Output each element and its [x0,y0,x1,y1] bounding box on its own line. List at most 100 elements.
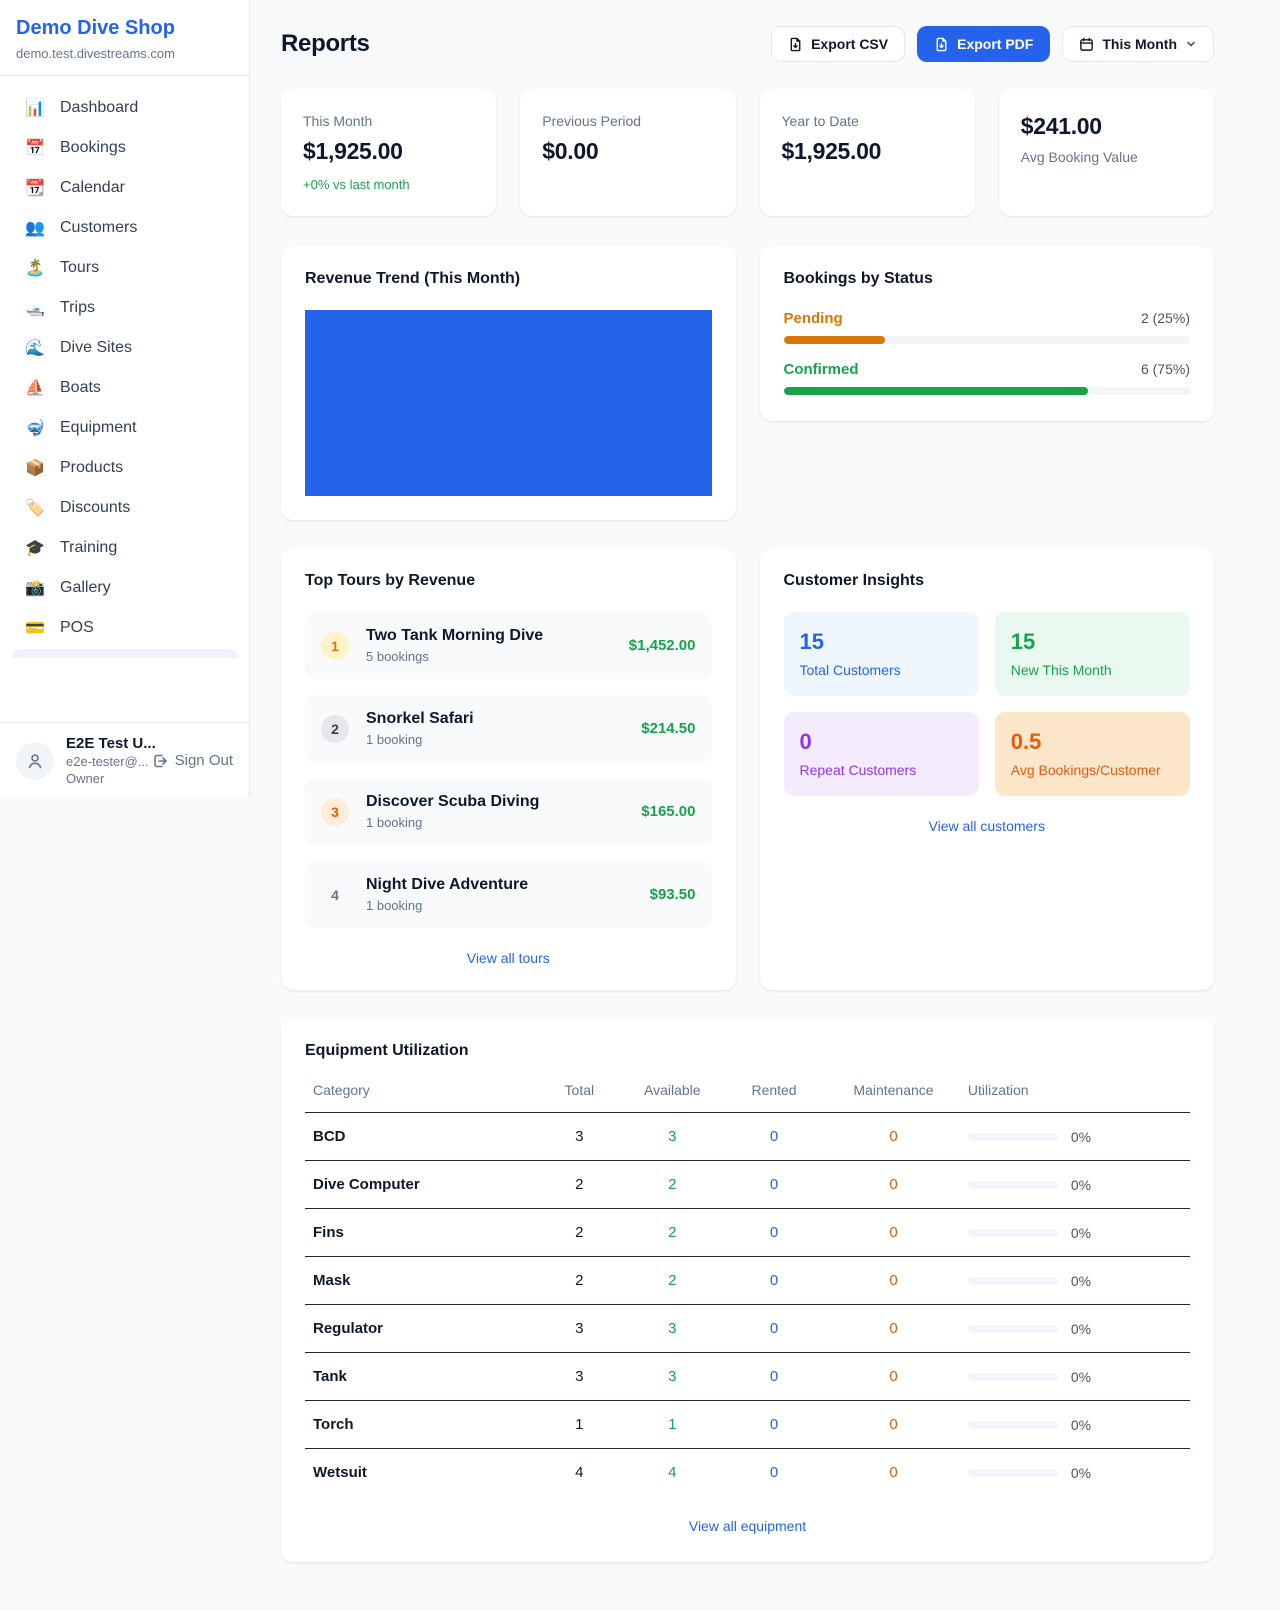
utilization-percent: 0% [1071,1465,1091,1481]
sidebar-item-dive-sites[interactable]: 🌊 Dive Sites [12,328,237,368]
sidebar-item-label: Dashboard [60,99,138,117]
sidebar-item-partially-scrolled[interactable] [12,649,237,658]
sidebar-item-label: Tours [60,259,99,277]
user-email: e2e-tester@... [66,754,139,769]
cell-category: Fins [305,1209,535,1257]
sidebar-item-dashboard[interactable]: 📊 Dashboard [12,88,237,128]
export-csv-button[interactable]: Export CSV [771,26,905,62]
export-pdf-button[interactable]: Export PDF [917,26,1050,62]
training-icon: 🎓 [24,538,46,558]
cell-rented: 0 [721,1449,827,1497]
column-header-category: Category [305,1074,535,1113]
period-selector[interactable]: This Month [1062,26,1214,62]
sign-out-icon [151,752,169,770]
cell-total: 2 [535,1161,624,1209]
stat-card-this-month: This Month $1,925.00 +0% vs last month [281,89,496,216]
insight-value: 0.5 [1011,729,1174,755]
stat-value: $241.00 [1021,113,1192,140]
insight-tile-total-customers: 15 Total Customers [784,612,979,696]
rank-badge: 2 [321,715,349,743]
pos-icon: 💳 [24,618,46,638]
utilization-percent: 0% [1071,1225,1091,1241]
table-row: Tank 3 3 0 0 0% [305,1353,1190,1401]
utilization-bar [968,1277,1058,1285]
cell-maintenance: 0 [827,1401,960,1449]
calendar-icon: 📆 [24,178,46,198]
products-icon: 📦 [24,458,46,478]
sidebar-item-calendar[interactable]: 📆 Calendar [12,168,237,208]
insight-label: New This Month [1011,662,1174,678]
sidebar-item-discounts[interactable]: 🏷️ Discounts [12,488,237,528]
stat-delta: +0% vs last month [303,177,474,192]
insight-value: 15 [1011,629,1174,655]
cell-category: BCD [305,1113,535,1161]
export-csv-label: Export CSV [811,36,888,52]
sidebar-item-boats[interactable]: ⛵ Boats [12,368,237,408]
cell-rented: 0 [721,1257,827,1305]
insight-tile-avg-bookings: 0.5 Avg Bookings/Customer [995,712,1190,796]
sidebar-item-pos[interactable]: 💳 POS [12,608,237,648]
status-row-confirmed: Confirmed 6 (75%) [784,361,1191,395]
sidebar-nav: 📊 Dashboard 📅 Bookings 📆 Calendar 👥 Cust… [0,76,249,722]
equipment-table: Category Total Available Rented Maintena… [305,1074,1190,1496]
stat-label: Avg Booking Value [1021,149,1192,165]
top-tours-title: Top Tours by Revenue [305,572,712,590]
utilization-bar [968,1229,1058,1237]
insight-tile-repeat-customers: 0 Repeat Customers [784,712,979,796]
tour-row: 4 Night Dive Adventure 1 booking $93.50 [305,861,712,928]
sidebar-item-label: POS [60,619,94,637]
view-all-customers-link[interactable]: View all customers [784,818,1191,834]
cell-category: Dive Computer [305,1161,535,1209]
table-row: Regulator 3 3 0 0 0% [305,1305,1190,1353]
cell-rented: 0 [721,1353,827,1401]
table-row: Torch 1 1 0 0 0% [305,1401,1190,1449]
discounts-icon: 🏷️ [24,498,46,518]
stat-label: Year to Date [782,113,953,129]
sign-out-label: Sign Out [175,752,233,769]
boats-icon: ⛵ [24,378,46,398]
utilization-bar [968,1469,1058,1477]
person-icon [25,751,45,771]
cell-category: Torch [305,1401,535,1449]
cell-total: 3 [535,1305,624,1353]
utilization-bar [968,1133,1058,1141]
tour-bookings: 1 booking [366,815,539,830]
view-all-equipment-link[interactable]: View all equipment [305,1518,1190,1534]
tour-bookings: 5 bookings [366,649,543,664]
header-actions: Export CSV Export PDF This Month [771,26,1214,62]
cell-available: 3 [624,1353,721,1401]
insight-label: Avg Bookings/Customer [1011,762,1174,778]
cell-rented: 0 [721,1305,827,1353]
sidebar-header: Demo Dive Shop demo.test.divestreams.com [0,0,249,76]
tour-revenue: $1,452.00 [617,637,696,654]
main-content: Reports Export CSV Export PDF [250,0,1280,1595]
sidebar-item-products[interactable]: 📦 Products [12,448,237,488]
sign-out-button[interactable]: Sign Out [151,752,233,770]
sidebar-item-bookings[interactable]: 📅 Bookings [12,128,237,168]
sidebar-item-label: Customers [60,219,137,237]
sidebar-item-trips[interactable]: 🛥️ Trips [12,288,237,328]
page-title: Reports [281,30,370,58]
tour-revenue: $165.00 [629,803,695,820]
sidebar-item-customers[interactable]: 👥 Customers [12,208,237,248]
sidebar-item-label: Dive Sites [60,339,132,357]
column-header-rented: Rented [721,1074,827,1113]
chevron-down-icon [1185,38,1197,50]
progress-track [784,336,1191,344]
insight-tile-new-this-month: 15 New This Month [995,612,1190,696]
sidebar-item-training[interactable]: 🎓 Training [12,528,237,568]
utilization-percent: 0% [1071,1177,1091,1193]
equipment-utilization-card: Equipment Utilization Category Total Ava… [281,1018,1214,1562]
stat-card-year-to-date: Year to Date $1,925.00 [760,89,975,216]
bookings-icon: 📅 [24,138,46,158]
charts-row: Revenue Trend (This Month) Bookings by S… [281,246,1214,520]
utilization-bar [968,1373,1058,1381]
cell-total: 2 [535,1257,624,1305]
view-all-tours-link[interactable]: View all tours [305,950,712,966]
sidebar-item-tours[interactable]: 🏝️ Tours [12,248,237,288]
sidebar-item-gallery[interactable]: 📸 Gallery [12,568,237,608]
stat-value: $1,925.00 [782,138,953,165]
sidebar-item-equipment[interactable]: 🤿 Equipment [12,408,237,448]
sidebar-item-label: Boats [60,379,101,397]
tour-name: Snorkel Safari [366,710,474,728]
